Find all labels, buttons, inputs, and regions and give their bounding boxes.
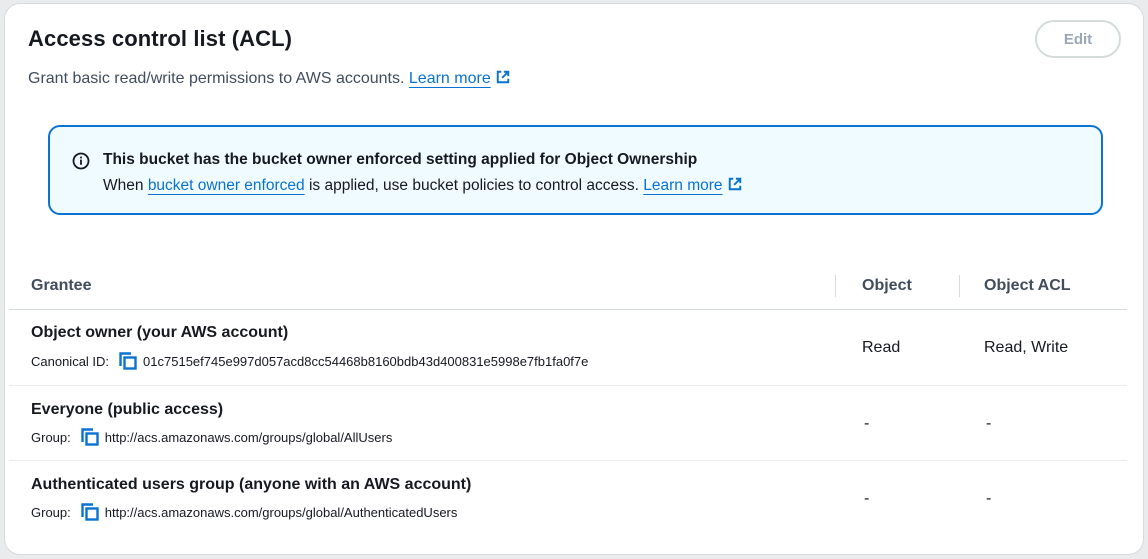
table-row: Object owner (your AWS account) Canonica… (9, 310, 1127, 386)
object-permission: - (864, 490, 870, 507)
grantee-id: Group: http://acs.amazonaws.com/groups/g… (31, 503, 457, 521)
grantee-id-label: Group: (31, 504, 71, 520)
table-row: Everyone (public access) Group: http://a… (9, 386, 1127, 461)
edit-button[interactable]: Edit (1035, 20, 1121, 58)
copy-icon[interactable] (81, 428, 99, 446)
alert-title: This bucket has the bucket owner enforce… (103, 151, 698, 168)
object-permission: Read (862, 339, 901, 356)
ownership-info-alert: This bucket has the bucket owner enforce… (48, 125, 1103, 215)
alert-body-suffix: is applied, use bucket policies to contr… (308, 177, 639, 194)
table-row: Authenticated users group (anyone with a… (9, 461, 1127, 537)
grantee-id: Canonical ID: 01c7515ef745e997d057acd8cc… (31, 352, 588, 370)
alert-learn-more-link[interactable]: Learn more (643, 177, 722, 194)
grantee-id-label: Group: (31, 429, 71, 445)
object-acl-permission: - (986, 490, 992, 507)
info-icon (72, 152, 90, 170)
object-permission: - (864, 415, 870, 432)
column-divider (835, 275, 836, 297)
alert-body-prefix: When (103, 177, 144, 194)
grantee-id-value: http://acs.amazonaws.com/groups/global/A… (104, 504, 458, 520)
object-acl-permission: Read, Write (984, 339, 1069, 356)
external-link-icon[interactable] (728, 177, 742, 191)
grantee-name: Everyone (public access) (31, 401, 224, 418)
column-header-object-acl: Object ACL (984, 277, 1071, 294)
grantee-name: Object owner (your AWS account) (31, 324, 289, 341)
description-text: Grant basic read/write permissions to AW… (28, 70, 405, 87)
panel-title: Access control list (ACL) (28, 26, 293, 51)
acl-panel: Access control list (ACL) Edit Grant bas… (4, 3, 1144, 555)
acl-table-header: Grantee Object Object ACL (9, 267, 1127, 310)
grantee-id-value: 01c7515ef745e997d057acd8cc54468b8160bdb4… (143, 353, 589, 369)
learn-more-link[interactable]: Learn more (409, 70, 491, 87)
object-acl-permission: - (986, 415, 992, 432)
learn-more-label: Learn more (408, 70, 491, 87)
alert-body: When bucket owner enforced is applied, u… (103, 177, 742, 195)
bucket-owner-enforced-link[interactable]: bucket owner enforced (148, 177, 305, 194)
column-header-grantee: Grantee (31, 277, 92, 294)
copy-icon[interactable] (81, 503, 99, 521)
panel-description: Grant basic read/write permissions to AW… (28, 70, 510, 88)
grantee-id-value: http://acs.amazonaws.com/groups/global/A… (104, 429, 393, 445)
grantee-name: Authenticated users group (anyone with a… (31, 476, 472, 493)
grantee-id-label: Canonical ID: (31, 353, 110, 369)
copy-icon[interactable] (119, 352, 137, 370)
grantee-id: Group: http://acs.amazonaws.com/groups/g… (31, 428, 392, 446)
column-header-object: Object (862, 277, 912, 294)
external-link-icon[interactable] (496, 70, 510, 84)
column-divider (959, 275, 960, 297)
